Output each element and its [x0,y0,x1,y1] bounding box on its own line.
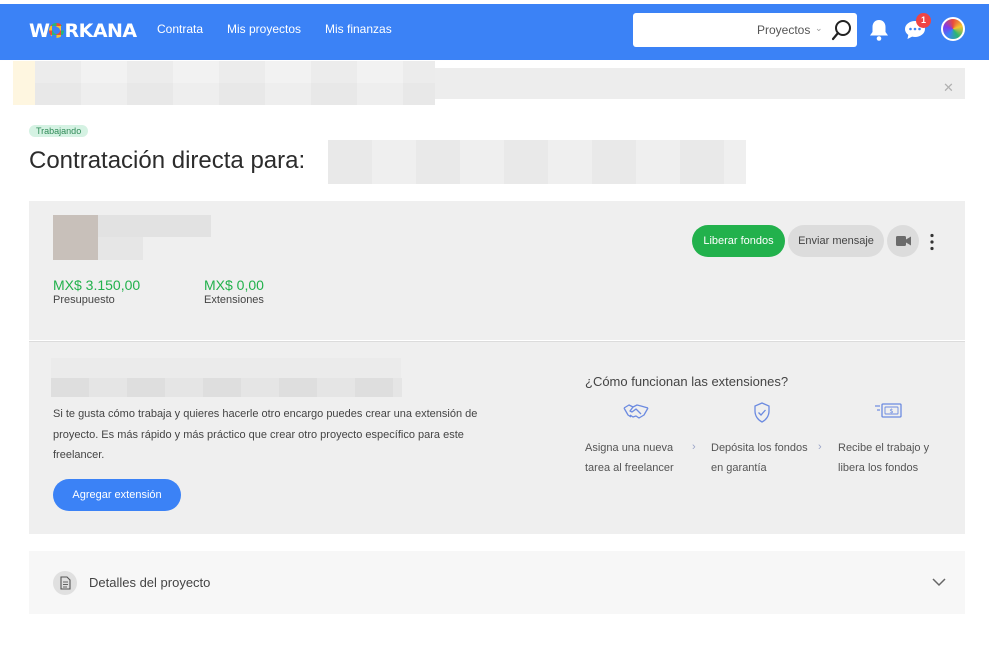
redacted-heading [51,358,401,378]
step-1-text: Asigna una nueva tarea al freelancer [585,442,674,474]
redacted-avatar [53,215,98,260]
budget-amount: MX$ 3.150,00 [53,277,141,293]
workana-logo[interactable]: W RKANA [29,20,137,42]
redacted-heading [51,378,402,397]
alert-bar: ✕ [13,61,965,105]
step-2-text: Depósita los fondos en garantía [711,442,808,474]
how-extensions-work-title: ¿Cómo funcionan las extensiones? [585,374,789,389]
project-details-accordion[interactable]: Detalles del proyecto [29,551,965,614]
redacted-freelancer-name [328,140,746,184]
notification-badge: 1 [916,13,931,28]
extensions-label: Extensiones [204,294,264,306]
document-icon [53,571,77,595]
add-extension-button[interactable]: Agregar extensión [53,479,181,511]
video-camera-icon [896,236,911,246]
budget-label: Presupuesto [53,294,115,306]
nav-mis-finanzas[interactable]: Mis finanzas [325,22,392,36]
bell-icon[interactable] [868,18,890,42]
release-funds-button[interactable]: Liberar fondos [692,225,785,257]
logo-circle-icon [49,23,65,38]
svg-text:$: $ [889,407,893,415]
redacted-text [35,83,435,105]
chevron-down-icon: ⌄ [815,23,823,33]
money-icon: $ [875,403,902,418]
chevron-right-icon: › [818,441,822,453]
contract-card: MX$ 3.150,00 Presupuesto MX$ 0,00 Extens… [29,201,965,340]
step-3-text: Recibe el trabajo y libera los fondos [838,442,930,474]
close-icon[interactable]: ✕ [943,80,954,96]
redacted-text [35,61,435,83]
top-navbar: W RKANA Contrata Mis proyectos Mis finanz… [0,4,989,60]
more-options-icon[interactable] [929,233,935,251]
nav-mis-proyectos[interactable]: Mis proyectos [227,22,301,36]
search-scope-select[interactable]: Proyectos [757,23,810,37]
extension-section: Si te gusta cómo trabaja y quieres hacer… [29,341,965,534]
project-details-label: Detalles del proyecto [89,575,211,590]
extensions-amount: MX$ 0,00 [204,277,264,293]
chevron-right-icon: › [692,441,696,453]
alert-accent [13,61,35,105]
page-title: Contratación directa para: [29,147,306,174]
video-call-button[interactable] [887,225,919,257]
user-avatar[interactable] [941,17,965,41]
shield-check-icon [754,402,770,423]
extension-description: Si te gusta cómo trabaja y quieres hacer… [53,408,478,461]
chevron-down-icon[interactable] [931,576,947,588]
search-box[interactable]: Proyectos ⌄ [633,13,857,47]
status-badge: Trabajando [29,125,89,137]
search-icon[interactable] [831,19,853,41]
send-message-button[interactable]: Enviar mensaje [788,225,884,257]
nav-contrata[interactable]: Contrata [157,22,203,36]
handshake-icon [623,404,649,419]
